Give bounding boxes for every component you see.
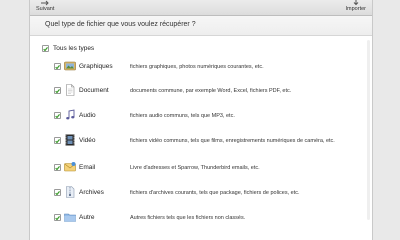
document-icon <box>66 84 75 96</box>
question-text: Quel type de fichier que vous voulez réc… <box>45 21 196 28</box>
graphics-description: fichiers graphiques, photos numériques c… <box>130 64 264 70</box>
checkmark-icon <box>55 138 60 143</box>
import-button[interactable]: Importer <box>346 0 366 16</box>
checkmark-icon <box>55 215 60 220</box>
film-icon <box>65 134 75 146</box>
archives-description: fichiers d'archives courants, tels que p… <box>130 190 300 196</box>
graphics-checkbox[interactable] <box>54 63 61 70</box>
other-checkbox[interactable] <box>54 214 61 221</box>
all-types-checkbox[interactable] <box>42 45 49 52</box>
music-note-icon <box>66 109 75 120</box>
envelope-icon <box>64 162 76 172</box>
video-description: fichiers vidéo communs, tels que films, … <box>130 138 335 144</box>
other-label: Autre <box>79 214 95 221</box>
archive-icon <box>66 186 75 198</box>
other-description: Autres fichiers tels que les fichiers no… <box>130 215 246 221</box>
graphics-label: Graphiques <box>79 63 113 70</box>
video-checkbox[interactable] <box>54 137 61 144</box>
email-label: Email <box>79 164 96 171</box>
audio-checkbox[interactable] <box>54 112 61 119</box>
import-button-label: Importer <box>345 6 366 12</box>
document-label: Document <box>79 87 109 94</box>
archives-checkbox[interactable] <box>54 189 61 196</box>
audio-label: Audio <box>79 112 96 119</box>
toolbar: Suivant Importer <box>30 0 372 16</box>
checkmark-icon <box>55 190 60 195</box>
folder-icon <box>64 213 76 222</box>
document-description: documents commune, par exemple Word, Exc… <box>130 88 292 94</box>
archives-label: Archives <box>79 189 104 196</box>
question-header: Quel type de fichier que vous voulez réc… <box>30 16 372 36</box>
next-button-label: Suivant <box>36 6 55 12</box>
checkmark-icon <box>43 46 48 51</box>
checkmark-icon <box>55 64 60 69</box>
video-label: Vidéo <box>79 137 96 144</box>
document-checkbox[interactable] <box>54 87 61 94</box>
checkmark-icon <box>55 165 60 170</box>
email-description: Livre d'adresses et Sparrow, Thunderbird… <box>130 165 260 171</box>
scrollbar[interactable] <box>367 40 370 220</box>
next-button[interactable]: Suivant <box>36 0 54 16</box>
recovery-window: Suivant Importer Quel type de fichier qu… <box>29 0 373 240</box>
audio-description: fichiers audio communs, tels que MP3, et… <box>130 113 235 119</box>
checkmark-icon <box>55 113 60 118</box>
all-types-label: Tous les types <box>53 45 95 52</box>
checkmark-icon <box>55 88 60 93</box>
email-checkbox[interactable] <box>54 164 61 171</box>
photo-icon <box>64 61 76 71</box>
